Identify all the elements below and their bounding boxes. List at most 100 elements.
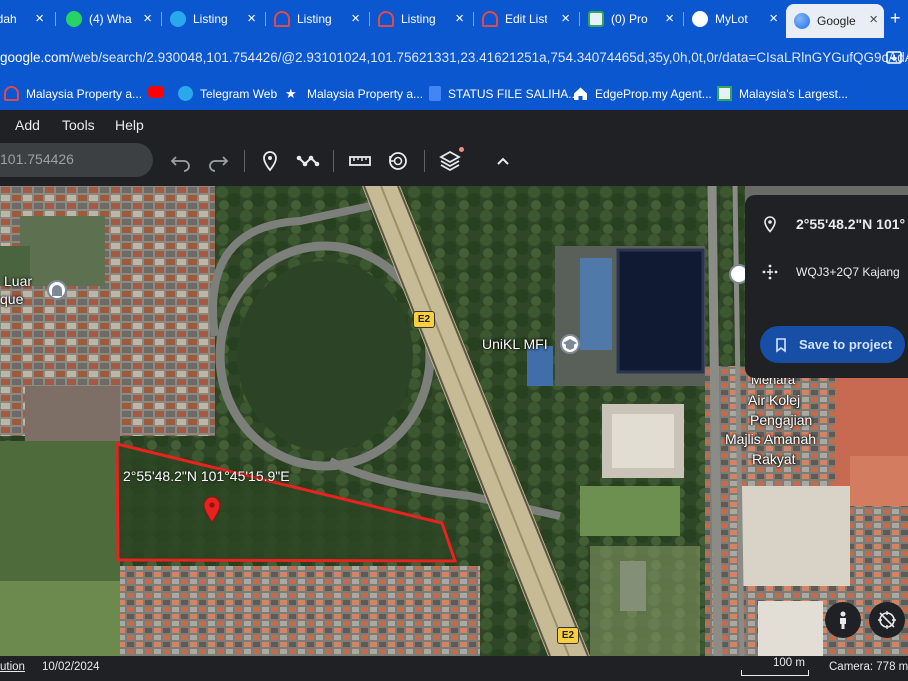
bookmark-item[interactable]: ★ Malaysia Property a... xyxy=(285,86,423,101)
tab-title: Listing xyxy=(401,12,436,26)
propertyguru-icon xyxy=(4,86,19,101)
tab-7[interactable]: (0) Pro × xyxy=(588,0,680,38)
bookmark-label: EdgeProp.my Agent... xyxy=(595,86,712,101)
new-tab-button[interactable]: + xyxy=(890,8,901,29)
address-bar[interactable]: google.com/web/search/2.930048,101.75442… xyxy=(0,38,908,78)
propertyguru-icon xyxy=(482,11,498,27)
status-bar: ution 10/02/2024 100 m Camera: 778 m xyxy=(0,656,908,681)
home-icon xyxy=(573,86,588,101)
map-label: Majlis Amanah xyxy=(725,431,817,447)
bookmark-item[interactable] xyxy=(148,86,171,98)
bookmark-label: Malaysia Property a... xyxy=(26,86,143,101)
tab-4[interactable]: Listing × xyxy=(274,0,366,38)
tab-title: Listing xyxy=(297,12,332,26)
search-input[interactable] xyxy=(0,151,140,167)
bookmark-item[interactable]: EdgeProp.my Agent... xyxy=(573,86,712,101)
ruler-icon[interactable] xyxy=(347,148,373,174)
propertyguru-icon xyxy=(378,11,394,27)
camera-altitude: Camera: 778 m xyxy=(829,661,908,673)
save-to-project-button[interactable]: Save to project xyxy=(760,326,905,363)
chevron-up-icon[interactable] xyxy=(490,148,516,174)
path-icon[interactable] xyxy=(295,148,321,174)
tab-title: Listing xyxy=(193,12,228,26)
tab-title: (4) Wha xyxy=(89,12,132,26)
tab-6[interactable]: Edit List × xyxy=(482,0,576,38)
tab-8[interactable]: MyLot × xyxy=(692,0,784,38)
close-tab-icon[interactable]: × xyxy=(455,11,464,27)
close-tab-icon[interactable]: × xyxy=(247,11,256,27)
placemark-icon[interactable] xyxy=(257,148,283,174)
install-app-icon[interactable] xyxy=(885,49,903,67)
plus-code-row[interactable]: WQJ3+2Q7 Kajang xyxy=(761,263,900,281)
save-label: Save to project xyxy=(799,337,893,352)
bookmark-icon xyxy=(776,337,786,353)
layers-icon[interactable] xyxy=(437,148,463,174)
bookmark-item[interactable]: STATUS FILE SALIHA... xyxy=(429,86,578,101)
tab-title: Edit List xyxy=(505,12,547,26)
history-icon[interactable] xyxy=(385,148,411,174)
photo-icon xyxy=(717,86,732,101)
bookmark-label: STATUS FILE SALIHA... xyxy=(448,86,579,101)
map-label: Air Kolej xyxy=(748,392,801,408)
mylot-icon xyxy=(692,11,708,27)
redo-icon[interactable] xyxy=(205,148,231,174)
close-tab-icon[interactable]: × xyxy=(143,11,152,27)
search-box[interactable] xyxy=(0,143,153,177)
plus-code-icon xyxy=(762,264,778,280)
street-view-icon[interactable] xyxy=(825,602,861,638)
telegram-icon xyxy=(178,86,193,101)
bookmark-label: Malaysia Property a... xyxy=(307,86,424,101)
tab-2[interactable]: (4) Wha × xyxy=(66,0,158,38)
close-tab-icon[interactable]: × xyxy=(351,11,360,27)
close-tab-icon[interactable]: × xyxy=(665,11,674,27)
bookmark-item[interactable]: Malaysia's Largest... xyxy=(717,86,848,101)
close-tab-icon[interactable]: × xyxy=(769,11,778,27)
globe-icon xyxy=(794,13,810,29)
propertyguru-icon xyxy=(274,11,290,27)
url-domain: google.com xyxy=(0,50,70,65)
notification-dot xyxy=(459,147,464,152)
tab-1[interactable]: adah × xyxy=(0,0,50,38)
imagery-date: 10/02/2024 xyxy=(42,661,100,673)
url-text[interactable]: google.com/web/search/2.930048,101.75442… xyxy=(0,50,908,65)
tab-title: (0) Pro xyxy=(611,12,648,26)
mosque-poi-icon[interactable] xyxy=(47,280,67,300)
scale-label: 100 m xyxy=(773,657,805,669)
map-label: que xyxy=(0,291,24,307)
docs-icon xyxy=(429,86,441,101)
card-coordinates: 2°55'48.2"N 101° xyxy=(796,216,906,232)
map-label: Pengajian xyxy=(750,412,813,428)
university-poi-icon[interactable] xyxy=(560,334,580,354)
close-tab-icon[interactable]: × xyxy=(35,11,44,27)
app-menu-bar: Add Tools Help xyxy=(0,110,908,140)
menu-tools[interactable]: Tools xyxy=(62,117,95,133)
tab-title: adah xyxy=(0,12,17,26)
map-label-unikl: UniKL MFI xyxy=(482,336,548,352)
map-label: Luar xyxy=(4,273,33,289)
location-pin-outline-icon xyxy=(764,216,776,233)
whatsapp-icon xyxy=(66,11,82,27)
tab-title: Google xyxy=(817,14,856,28)
youtube-icon xyxy=(148,86,164,98)
tab-title: MyLot xyxy=(715,12,748,26)
photo-icon xyxy=(588,11,604,27)
location-pin-icon[interactable] xyxy=(203,496,221,524)
telegram-icon xyxy=(170,11,186,27)
undo-icon[interactable] xyxy=(168,148,194,174)
url-path: /web/search/2.930048,101.754426/@2.93101… xyxy=(69,50,908,65)
menu-add[interactable]: Add xyxy=(15,117,40,133)
attribution-link[interactable]: ution xyxy=(0,661,25,673)
highway-shield-e2: E2 xyxy=(413,311,435,328)
close-tab-icon[interactable]: × xyxy=(561,11,570,27)
bookmark-item[interactable]: Telegram Web xyxy=(178,86,277,101)
close-tab-icon[interactable]: × xyxy=(869,12,878,28)
menu-help[interactable]: Help xyxy=(115,117,144,133)
coordinate-row[interactable]: 2°55'48.2"N 101° xyxy=(761,215,905,233)
tab-3[interactable]: Listing × xyxy=(170,0,262,38)
bookmark-item[interactable]: Malaysia Property a... xyxy=(4,86,142,101)
card-plus-code: WQJ3+2Q7 Kajang xyxy=(796,265,900,279)
tab-google-earth-active[interactable]: Google × xyxy=(786,4,884,38)
star-icon: ★ xyxy=(285,86,297,101)
tab-5[interactable]: Listing × xyxy=(378,0,470,38)
compass-disabled-icon[interactable] xyxy=(869,602,905,638)
